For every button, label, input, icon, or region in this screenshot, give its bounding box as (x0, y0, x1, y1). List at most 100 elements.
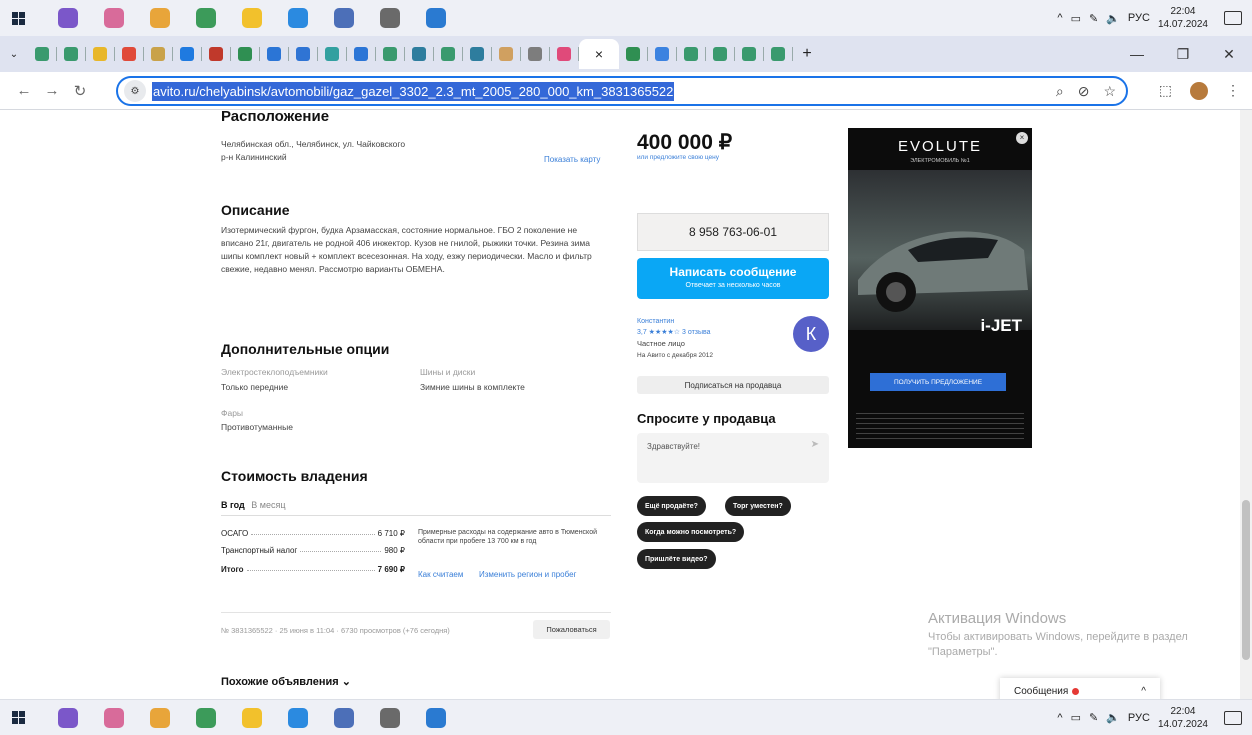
taskbar-app[interactable] (418, 3, 454, 33)
scrollbar-thumb[interactable] (1242, 500, 1250, 660)
taskbar-app[interactable] (188, 3, 224, 33)
browser-tab[interactable] (434, 40, 462, 68)
browser-tab[interactable] (173, 40, 201, 68)
browser-tab[interactable] (28, 40, 56, 68)
taskbar-app[interactable] (142, 3, 178, 33)
chip-when-view[interactable]: Когда можно посмотреть? (637, 522, 745, 542)
taskbar-app[interactable] (372, 703, 408, 733)
browser-tab[interactable] (144, 40, 172, 68)
browser-tab[interactable] (677, 40, 705, 68)
chevron-up-icon[interactable]: ^ (1057, 12, 1062, 24)
pen-icon[interactable]: ✎ (1089, 12, 1098, 25)
back-button[interactable]: ← (10, 82, 38, 99)
browser-tab[interactable] (492, 40, 520, 68)
browser-tab[interactable] (202, 40, 230, 68)
start-button[interactable] (0, 11, 36, 25)
browser-tab[interactable] (706, 40, 734, 68)
tab-active[interactable]: × (579, 39, 619, 69)
volume-icon[interactable]: 🔈 (1106, 711, 1120, 724)
browser-tab[interactable] (405, 40, 433, 68)
taskbar-app[interactable] (326, 3, 362, 33)
taskbar-app[interactable] (96, 3, 132, 33)
ad-banner[interactable]: × EVOLUTE ЭЛЕКТРОМОБИЛЬ №1 i-JET ПОЛУЧИТ… (848, 128, 1032, 448)
browser-tab[interactable] (318, 40, 346, 68)
messages-widget[interactable]: Сообщения ^ (1000, 678, 1160, 699)
taskbar-app[interactable] (234, 3, 270, 33)
site-info-icon[interactable]: ⚙ (124, 80, 146, 102)
tab-month[interactable]: В месяц (251, 500, 285, 510)
browser-tab[interactable] (231, 40, 259, 68)
eye-off-icon[interactable]: ⊘ (1078, 83, 1090, 100)
notification-icon[interactable] (1224, 11, 1242, 25)
page-scrollbar[interactable] (1240, 110, 1252, 699)
chevron-up-icon[interactable]: ^ (1057, 712, 1062, 724)
network-tray-icon[interactable]: ▭ (1071, 711, 1081, 724)
browser-tab[interactable] (347, 40, 375, 68)
chevron-up-icon[interactable]: ^ (1141, 686, 1146, 697)
bookmark-star-icon[interactable]: ☆ (1103, 83, 1116, 100)
browser-tab[interactable] (735, 40, 763, 68)
chip-bargain[interactable]: Торг уместен? (725, 496, 791, 516)
language-indicator[interactable]: РУС (1128, 712, 1150, 724)
browser-tab[interactable] (57, 40, 85, 68)
clock[interactable]: 22:04 14.07.2024 (1158, 705, 1208, 731)
taskbar-app[interactable] (188, 703, 224, 733)
volume-icon[interactable]: 🔈 (1106, 12, 1120, 25)
browser-tab[interactable] (648, 40, 676, 68)
browser-tab[interactable] (619, 40, 647, 68)
taskbar-app[interactable] (326, 703, 362, 733)
close-tab-icon[interactable]: × (595, 46, 603, 62)
browser-tab[interactable] (376, 40, 404, 68)
browser-tab[interactable] (463, 40, 491, 68)
taskbar-app[interactable] (142, 703, 178, 733)
seller-avatar[interactable]: К (793, 316, 829, 352)
tab-year[interactable]: В год (221, 500, 245, 510)
offer-price-link[interactable]: или предложите свою цену (637, 154, 719, 161)
language-indicator[interactable]: РУС (1128, 12, 1150, 24)
ask-seller-input[interactable]: Здравствуйте! ➤ (637, 433, 829, 483)
forward-button[interactable]: → (38, 82, 66, 99)
notification-icon[interactable] (1224, 710, 1242, 725)
network-tray-icon[interactable]: ▭ (1071, 12, 1081, 25)
browser-tab[interactable] (115, 40, 143, 68)
taskbar-app[interactable] (418, 703, 454, 733)
pen-icon[interactable]: ✎ (1089, 711, 1098, 724)
url-bar[interactable]: ⚙ avito.ru/chelyabinsk/avtomobili/gaz_ga… (116, 76, 1128, 106)
start-button-bottom[interactable] (0, 711, 36, 724)
seller-name[interactable]: Константин (637, 318, 674, 325)
restore-button[interactable]: ❐ (1160, 36, 1206, 72)
browser-tab[interactable] (86, 40, 114, 68)
phone-number[interactable]: 8 958 763-06-01 (637, 213, 829, 251)
complain-button[interactable]: Пожаловаться (533, 620, 610, 639)
change-region-link[interactable]: Изменить регион и пробег (479, 570, 576, 579)
browser-tab[interactable] (260, 40, 288, 68)
show-map-link[interactable]: Показать карту (544, 155, 600, 164)
reload-button[interactable]: ↻ (66, 82, 94, 100)
browser-tab[interactable] (550, 40, 578, 68)
chip-still-selling[interactable]: Ещё продаёте? (637, 496, 706, 516)
similar-listings-toggle[interactable]: Похожие объявления ⌄ (221, 676, 351, 689)
profile-avatar[interactable] (1190, 81, 1208, 100)
browser-tab[interactable] (289, 40, 317, 68)
minimize-button[interactable]: — (1114, 36, 1160, 72)
taskbar-app[interactable] (50, 703, 86, 733)
browser-tab[interactable] (521, 40, 549, 68)
taskbar-app[interactable] (96, 703, 132, 733)
how-calc-link[interactable]: Как считаем (418, 570, 463, 579)
taskbar-app[interactable] (372, 3, 408, 33)
taskbar-app[interactable] (50, 3, 86, 33)
close-window-button[interactable]: ✕ (1206, 36, 1252, 72)
extensions-icon[interactable]: ⬚ (1159, 82, 1172, 99)
zoom-icon[interactable]: ⌕ (1056, 83, 1064, 100)
clock[interactable]: 22:04 14.07.2024 (1158, 5, 1208, 31)
new-tab-button[interactable]: + (793, 40, 821, 68)
ad-cta-button[interactable]: ПОЛУЧИТЬ ПРЕДЛОЖЕНИЕ (870, 373, 1006, 391)
url-text[interactable]: avito.ru/chelyabinsk/avtomobili/gaz_gaze… (152, 81, 675, 101)
browser-tab[interactable] (764, 40, 792, 68)
chip-send-video[interactable]: Пришлёте видео? (637, 549, 716, 569)
write-message-button[interactable]: Написать сообщение Отвечает за несколько… (637, 258, 829, 299)
menu-icon[interactable]: ⋮ (1226, 82, 1240, 99)
taskbar-app[interactable] (280, 3, 316, 33)
taskbar-app[interactable] (280, 703, 316, 733)
subscribe-button[interactable]: Подписаться на продавца (637, 376, 829, 394)
